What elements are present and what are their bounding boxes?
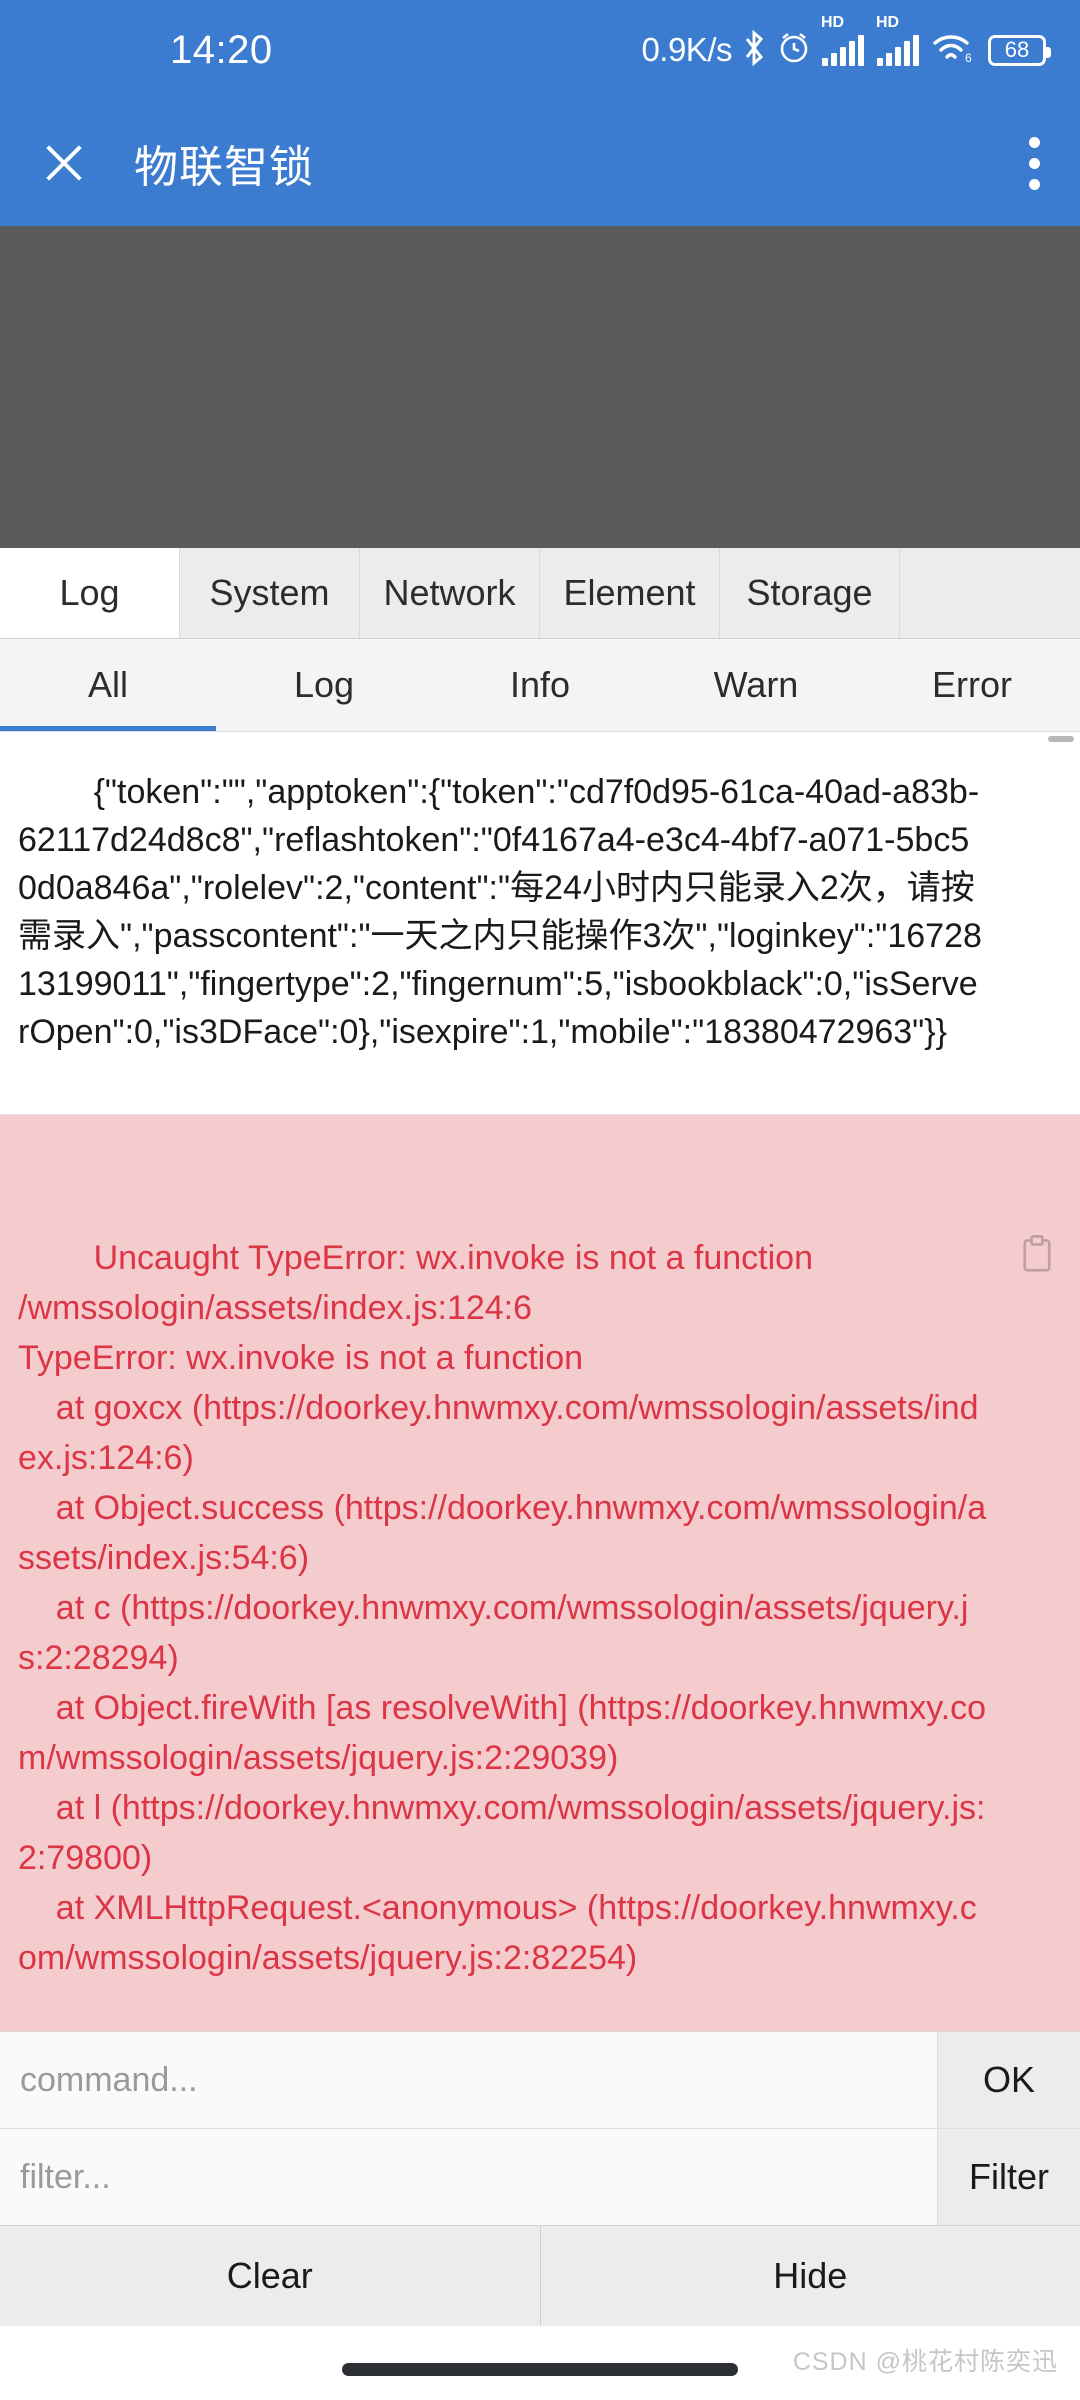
command-row: command... OK [0, 2031, 1080, 2128]
home-gesture-pill[interactable] [342, 2363, 738, 2376]
subtab-warn[interactable]: Warn [648, 639, 864, 731]
tab-element[interactable]: Element [540, 548, 720, 638]
log-entry-error[interactable]: Uncaught TypeError: wx.invoke is not a f… [0, 1115, 1080, 2031]
tab-storage[interactable]: Storage [720, 548, 900, 638]
bluetooth-icon [741, 29, 767, 72]
status-bar-clock: 14:20 [170, 27, 273, 72]
command-ok-button[interactable]: OK [937, 2032, 1080, 2128]
wifi-icon: 6 [931, 31, 975, 70]
vconsole-log-filter-bar: All Log Info Warn Error [0, 639, 1080, 731]
app-title-bar: 物联智锁 [0, 100, 1080, 226]
hd-label: HD [876, 14, 900, 31]
subtab-log[interactable]: Log [216, 639, 432, 731]
svg-text:6: 6 [965, 51, 972, 65]
copy-icon[interactable] [1020, 1135, 1054, 1272]
subtab-error[interactable]: Error [864, 639, 1080, 731]
vconsole-panel: Log System Network Element Storage All L… [0, 548, 1080, 2326]
more-menu-icon[interactable] [1028, 136, 1040, 190]
status-bar-left: 14:20 [0, 28, 273, 73]
vconsole-tab-bar: Log System Network Element Storage [0, 548, 1080, 639]
hd-label: HD [821, 14, 845, 31]
subtab-all[interactable]: All [0, 639, 216, 731]
network-speed-label: 0.9K/s [641, 31, 732, 68]
log-entry-token[interactable]: {"token":"","apptoken":{"token":"cd7f0d9… [0, 732, 1080, 1115]
log-entry-text: {"token":"","apptoken":{"token":"cd7f0d9… [18, 773, 982, 1051]
log-list[interactable]: {"token":"","apptoken":{"token":"cd7f0d9… [0, 731, 1080, 2031]
filter-row: filter... Filter [0, 2128, 1080, 2225]
status-bar: 14:20 0.9K/s HD HD 6 68 [0, 0, 1080, 100]
close-icon[interactable] [38, 137, 90, 189]
battery-level-label: 68 [1004, 37, 1030, 62]
vconsole-footer: Clear Hide [0, 2225, 1080, 2326]
command-input[interactable]: command... [0, 2032, 937, 2128]
tab-bar-spacer [900, 548, 1080, 638]
hide-button[interactable]: Hide [539, 2226, 1080, 2326]
tab-system[interactable]: System [180, 548, 360, 638]
signal-hd-1-icon: HD [821, 15, 867, 66]
signal-hd-2-icon: HD [876, 15, 922, 66]
subtab-info[interactable]: Info [432, 639, 648, 731]
tab-log[interactable]: Log [0, 548, 180, 638]
filter-input[interactable]: filter... [0, 2129, 937, 2225]
webview-content-area[interactable] [0, 226, 1080, 548]
gesture-nav-bar: CSDN @桃花村陈奕迅 [0, 2326, 1080, 2400]
status-bar-right: 0.9K/s HD HD 6 68 [641, 15, 1051, 72]
page-title: 物联智锁 [134, 143, 314, 192]
alarm-icon [776, 30, 812, 71]
phone-screen: 14:20 0.9K/s HD HD 6 68 物联智锁 Log System … [0, 0, 1080, 2400]
filter-button[interactable]: Filter [937, 2129, 1080, 2225]
watermark-text: CSDN @桃花村陈奕迅 [792, 2348, 1058, 2376]
clear-button[interactable]: Clear [0, 2226, 540, 2326]
log-entry-text: Uncaught TypeError: wx.invoke is not a f… [18, 1239, 987, 1977]
tab-network[interactable]: Network [360, 548, 540, 638]
vconsole-input-section: command... OK filter... Filter [0, 2031, 1080, 2225]
battery-icon: 68 [988, 34, 1051, 66]
